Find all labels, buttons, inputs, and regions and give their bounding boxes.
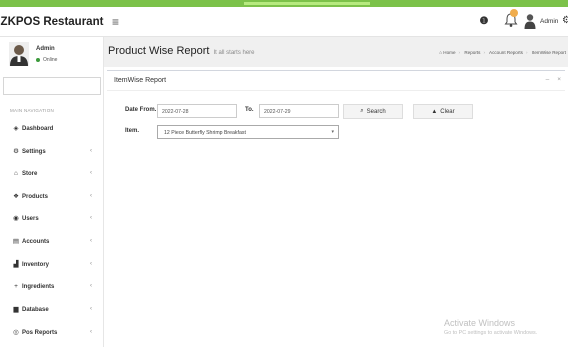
- sidebar-item-store[interactable]: ⌂ Store ‹: [0, 164, 104, 186]
- chevron-left-icon: ‹: [90, 193, 92, 199]
- top-navbar: ≡ ❶ Admin ⚙: [104, 7, 568, 37]
- sidebar-section-header: MAIN NAVIGATION: [10, 108, 55, 113]
- top-accent-highlight: [244, 2, 370, 5]
- search-button-label: Search: [366, 108, 386, 115]
- user-icon: ◉: [13, 215, 19, 222]
- watermark-title: Activate Windows: [444, 318, 516, 328]
- date-from-label: Date From.: [125, 107, 157, 113]
- broom-icon: ▲: [431, 108, 438, 115]
- item-select-value: 12 Piece Butterfly Shrimp Breakfast: [164, 130, 246, 136]
- notification-badge: [510, 9, 518, 17]
- ledger-icon: ▤: [12, 238, 20, 245]
- sidebar-item-label: Accounts: [22, 239, 50, 245]
- sidebar-item-label: Database: [22, 307, 49, 313]
- clear-button-label: Clear: [440, 108, 455, 115]
- sidebar-item-label: Ingredients: [22, 284, 55, 290]
- date-to-input[interactable]: 2022-07-29: [259, 104, 339, 118]
- sidebar-item-ingredients[interactable]: + Ingredients ‹: [0, 277, 104, 299]
- eye-icon: ◎: [13, 329, 19, 336]
- breadcrumb-reports[interactable]: Reports: [464, 50, 480, 55]
- breadcrumb-current: ItemWise Report: [531, 50, 566, 55]
- chart-icon: ▟: [13, 261, 19, 268]
- status-label: Online: [43, 57, 58, 63]
- watermark-subtitle: Go to PC settings to activate Windows.: [444, 330, 538, 336]
- cube-icon: ❖: [13, 193, 19, 200]
- search-button[interactable]: ⌕ Search: [343, 104, 403, 119]
- breadcrumb-home[interactable]: Home: [443, 50, 455, 55]
- chevron-left-icon: ‹: [90, 238, 92, 244]
- chevron-down-icon: ▾: [331, 129, 334, 135]
- home-icon: ⌂: [439, 50, 442, 55]
- navbar-user-name[interactable]: Admin: [540, 18, 558, 25]
- sidebar-item-dashboard[interactable]: ◈ Dashboard: [0, 119, 104, 141]
- sidebar-item-label: Settings: [22, 149, 46, 155]
- report-box: ItemWise Report – × Date From. 2022-07-28…: [107, 70, 565, 340]
- sidebar-item-products[interactable]: ❖ Products ‹: [0, 187, 104, 209]
- page-title: Product Wise Report It all starts here: [108, 45, 255, 57]
- user-panel: Admin Online: [0, 37, 104, 77]
- content-header: Product Wise Report It all starts here ⌂ …: [104, 37, 568, 67]
- sidebar-item-label: Inventory: [22, 262, 50, 268]
- info-icon[interactable]: ❶: [478, 15, 490, 27]
- date-to-label: To.: [245, 107, 254, 113]
- windows-activation-watermark: Activate Windows Go to PC settings to ac…: [444, 318, 537, 336]
- sidebar-search-input[interactable]: [3, 77, 101, 95]
- user-avatar-icon[interactable]: [524, 13, 536, 29]
- chevron-left-icon: ‹: [90, 306, 92, 312]
- box-title: ItemWise Report: [114, 77, 167, 84]
- search-icon: ⌕: [360, 108, 364, 114]
- chevron-left-icon: ‹: [90, 329, 92, 335]
- date-from-input[interactable]: 2022-07-28: [157, 104, 237, 118]
- avatar: [9, 42, 29, 66]
- sidebar-item-label: Pos Reports: [22, 330, 58, 336]
- sidebar-item-label: Products: [22, 194, 49, 200]
- dashboard-icon: ◈: [13, 125, 19, 132]
- chevron-left-icon: ‹: [90, 148, 92, 154]
- collapse-icon[interactable]: –: [546, 76, 550, 83]
- online-status-dot: [36, 57, 40, 62]
- gear-icon[interactable]: ⚙: [562, 15, 568, 26]
- sidebar-item-label: Dashboard: [22, 126, 54, 132]
- page-title-text: Product Wise Report: [108, 45, 210, 57]
- hamburger-icon[interactable]: ≡: [112, 15, 119, 29]
- user-status: Online: [36, 57, 57, 63]
- item-select[interactable]: 12 Piece Butterfly Shrimp Breakfast ▾: [157, 125, 339, 139]
- clear-button[interactable]: ▲ Clear: [413, 104, 473, 119]
- sidebar-item-inventory[interactable]: ▟ Inventory ‹: [0, 255, 104, 277]
- chevron-left-icon: ‹: [90, 261, 92, 267]
- home-icon: ⌂: [14, 170, 18, 177]
- sidebar-item-pos-reports[interactable]: ◎ Pos Reports ‹: [0, 323, 104, 345]
- plus-icon: +: [14, 283, 18, 290]
- database-icon: ▆: [13, 306, 19, 313]
- sidebar-user-name: Admin: [36, 46, 55, 52]
- chevron-left-icon: ‹: [90, 283, 92, 289]
- brand-logo[interactable]: ZKPOS Restaurant: [0, 7, 104, 37]
- chevron-left-icon: ‹: [90, 170, 92, 176]
- chevron-left-icon: ‹: [90, 215, 92, 221]
- gear-icon: ⚙: [13, 148, 19, 155]
- close-icon[interactable]: ×: [557, 76, 561, 83]
- sidebar-item-label: Store: [22, 171, 38, 177]
- box-header: ItemWise Report – ×: [107, 71, 565, 91]
- sidebar-item-settings[interactable]: ⚙ Settings ‹: [0, 142, 104, 164]
- sidebar-item-database[interactable]: ▆ Database ‹: [0, 300, 104, 322]
- breadcrumb: ⌂ Home › Reports › Account Reports › ItemWi…: [439, 50, 566, 55]
- sidebar-item-accounts[interactable]: ▤ Accounts ‹: [0, 232, 104, 254]
- box-tools: – ×: [538, 76, 561, 83]
- sidebar: Admin Online MAIN NAVIGATION ◈ Dashboard…: [0, 37, 104, 347]
- sidebar-item-users[interactable]: ◉ Users ‹: [0, 209, 104, 231]
- item-label: Item.: [125, 128, 140, 134]
- page-subtitle: It all starts here: [213, 50, 255, 56]
- main-content: Product Wise Report It all starts here ⌂ …: [104, 37, 568, 347]
- sidebar-item-label: Users: [22, 216, 39, 222]
- breadcrumb-account-reports[interactable]: Account Reports: [489, 50, 523, 55]
